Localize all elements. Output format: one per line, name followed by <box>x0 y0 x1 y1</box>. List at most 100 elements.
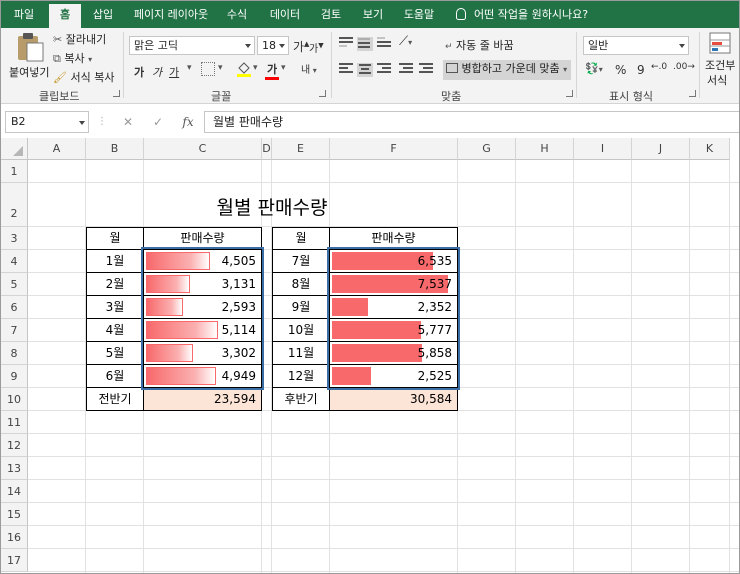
phonetic-button[interactable]: 내 ▾ <box>301 61 317 76</box>
format-painter-button[interactable]: 🖌 서식 복사 <box>53 69 114 85</box>
font-color-button[interactable]: 가 <box>265 61 279 80</box>
column-header-c[interactable]: C <box>144 138 262 160</box>
underline-button[interactable]: 가 <box>169 64 179 80</box>
worksheet[interactable]: ABCDEFGHIJK 1 2 3 4 5 6 7 8 9 10 11 12 13 14 15 16 17 월별… <box>1 138 739 573</box>
column-header-j[interactable]: J <box>632 138 690 160</box>
border-icon[interactable] <box>201 62 215 76</box>
tab-review[interactable]: 검토 <box>313 1 349 28</box>
tab-home[interactable]: 홈 <box>49 4 81 28</box>
second-half-month-cell[interactable]: 9월 <box>272 295 330 319</box>
column-header-f[interactable]: F <box>330 138 458 160</box>
first-half-month-cell[interactable]: 4월 <box>86 318 144 342</box>
percent-button[interactable]: % <box>615 63 626 77</box>
clipboard-launcher-icon[interactable] <box>113 90 120 97</box>
second-half-total-label[interactable]: 후반기 <box>272 387 330 411</box>
cancel-icon[interactable]: ✕ <box>113 112 143 132</box>
decrease-font-button[interactable]: 가▼ <box>309 40 324 55</box>
row-header-11[interactable]: 11 <box>1 411 28 434</box>
row-header-8[interactable]: 8 <box>1 342 28 365</box>
row-header-14[interactable]: 14 <box>1 480 28 503</box>
fill-dropdown-icon[interactable]: ▾ <box>253 63 258 73</box>
row-header-17[interactable]: 17 <box>1 549 28 572</box>
enter-icon[interactable]: ✓ <box>143 112 173 132</box>
first-half-month-cell[interactable]: 2월 <box>86 272 144 296</box>
border-dropdown-icon[interactable]: ▾ <box>218 63 223 73</box>
tab-view[interactable]: 보기 <box>355 1 391 28</box>
align-center-icon[interactable] <box>357 63 373 77</box>
column-header-h[interactable]: H <box>516 138 574 160</box>
row-header-5[interactable]: 5 <box>1 273 28 296</box>
underline-dropdown-icon[interactable]: ▾ <box>187 63 192 73</box>
row-header-7[interactable]: 7 <box>1 319 28 342</box>
conditional-formatting-button[interactable]: 조건부 서식 <box>705 32 739 88</box>
accounting-format-icon[interactable]: 💱▾ <box>585 62 603 75</box>
first-half-month-cell[interactable]: 5월 <box>86 341 144 365</box>
row-header-3[interactable]: 3 <box>1 227 28 250</box>
column-header-e[interactable]: E <box>272 138 330 160</box>
tab-insert[interactable]: 삽입 <box>85 1 121 28</box>
wrap-text-button[interactable]: ↵ 자동 줄 바꿈 <box>445 37 514 53</box>
cut-button[interactable]: ✂ 잘라내기 <box>53 31 106 47</box>
decrease-decimal-icon[interactable]: .00→ <box>673 62 695 72</box>
font-name-select[interactable]: 맑은 고딕 <box>129 36 255 55</box>
tab-data[interactable]: 데이터 <box>263 1 307 28</box>
align-bottom-icon[interactable] <box>377 37 393 51</box>
name-box[interactable]: B2 <box>5 111 89 133</box>
tab-file[interactable]: 파일 <box>5 1 43 28</box>
comma-style-button[interactable]: 9 <box>637 63 645 77</box>
column-header-b[interactable]: B <box>86 138 144 160</box>
font-launcher-icon[interactable] <box>319 90 326 97</box>
row-header-6[interactable]: 6 <box>1 296 28 319</box>
merge-center-button[interactable]: 병합하고 가운데 맞춤 ▾ <box>443 60 571 80</box>
increase-font-button[interactable]: 가▲ <box>293 38 309 55</box>
second-half-month-cell[interactable]: 8월 <box>272 272 330 296</box>
bold-button[interactable]: 가 <box>134 64 144 80</box>
row-header-13[interactable]: 13 <box>1 457 28 480</box>
sheet-title[interactable]: 월별 판매수량 <box>86 193 458 220</box>
first-half-total-label[interactable]: 전반기 <box>86 387 144 411</box>
second-half-month-cell[interactable]: 10월 <box>272 318 330 342</box>
second-half-header-month[interactable]: 월 <box>272 227 330 250</box>
first-half-month-cell[interactable]: 3월 <box>86 295 144 319</box>
paste-button[interactable]: 붙여넣기 <box>9 32 51 82</box>
tab-page-layout[interactable]: 페이지 레이아웃 <box>127 1 215 28</box>
second-half-month-cell[interactable]: 7월 <box>272 249 330 273</box>
number-format-select[interactable]: 일반 <box>583 36 689 55</box>
orientation-icon[interactable]: ⟋▾ <box>399 34 412 49</box>
tab-help[interactable]: 도움말 <box>397 1 441 28</box>
increase-decimal-icon[interactable]: ←.0 <box>651 62 667 72</box>
alignment-launcher-icon[interactable] <box>566 90 573 97</box>
column-header-k[interactable]: K <box>690 138 730 160</box>
column-header-a[interactable]: A <box>28 138 86 160</box>
second-half-month-cell[interactable]: 12월 <box>272 364 330 388</box>
column-header-d[interactable]: D <box>262 138 272 160</box>
number-launcher-icon[interactable] <box>689 90 696 97</box>
tell-me-search[interactable]: 어떤 작업을 원하시나요? <box>456 1 588 28</box>
tab-formulas[interactable]: 수식 <box>219 1 255 28</box>
decrease-indent-icon[interactable] <box>399 63 415 77</box>
row-header-12[interactable]: 12 <box>1 434 28 457</box>
row-header-2[interactable]: 2 <box>1 183 28 227</box>
second-half-month-cell[interactable]: 11월 <box>272 341 330 365</box>
copy-button[interactable]: ⧉ 복사 ▾ <box>53 50 92 66</box>
column-header-i[interactable]: I <box>574 138 632 160</box>
fill-color-button[interactable] <box>235 60 253 78</box>
row-header-1[interactable]: 1 <box>1 160 28 183</box>
italic-button[interactable]: 가 <box>152 64 162 80</box>
font-color-dropdown-icon[interactable]: ▾ <box>281 63 286 73</box>
row-header-9[interactable]: 9 <box>1 365 28 388</box>
row-header-15[interactable]: 15 <box>1 503 28 526</box>
formula-input[interactable]: 월별 판매수량 <box>204 111 739 133</box>
align-top-icon[interactable] <box>339 37 355 51</box>
first-half-total-value[interactable]: 23,594 <box>143 387 262 411</box>
row-header-16[interactable]: 16 <box>1 526 28 549</box>
first-half-month-cell[interactable]: 1월 <box>86 249 144 273</box>
insert-function-icon[interactable]: fx <box>173 112 203 132</box>
increase-indent-icon[interactable] <box>419 63 435 77</box>
first-half-header-month[interactable]: 월 <box>86 227 144 250</box>
select-all-button[interactable] <box>1 138 28 160</box>
second-half-total-value[interactable]: 30,584 <box>329 387 458 411</box>
align-middle-icon[interactable] <box>357 37 373 51</box>
align-right-icon[interactable] <box>377 63 393 77</box>
align-left-icon[interactable] <box>339 63 355 77</box>
